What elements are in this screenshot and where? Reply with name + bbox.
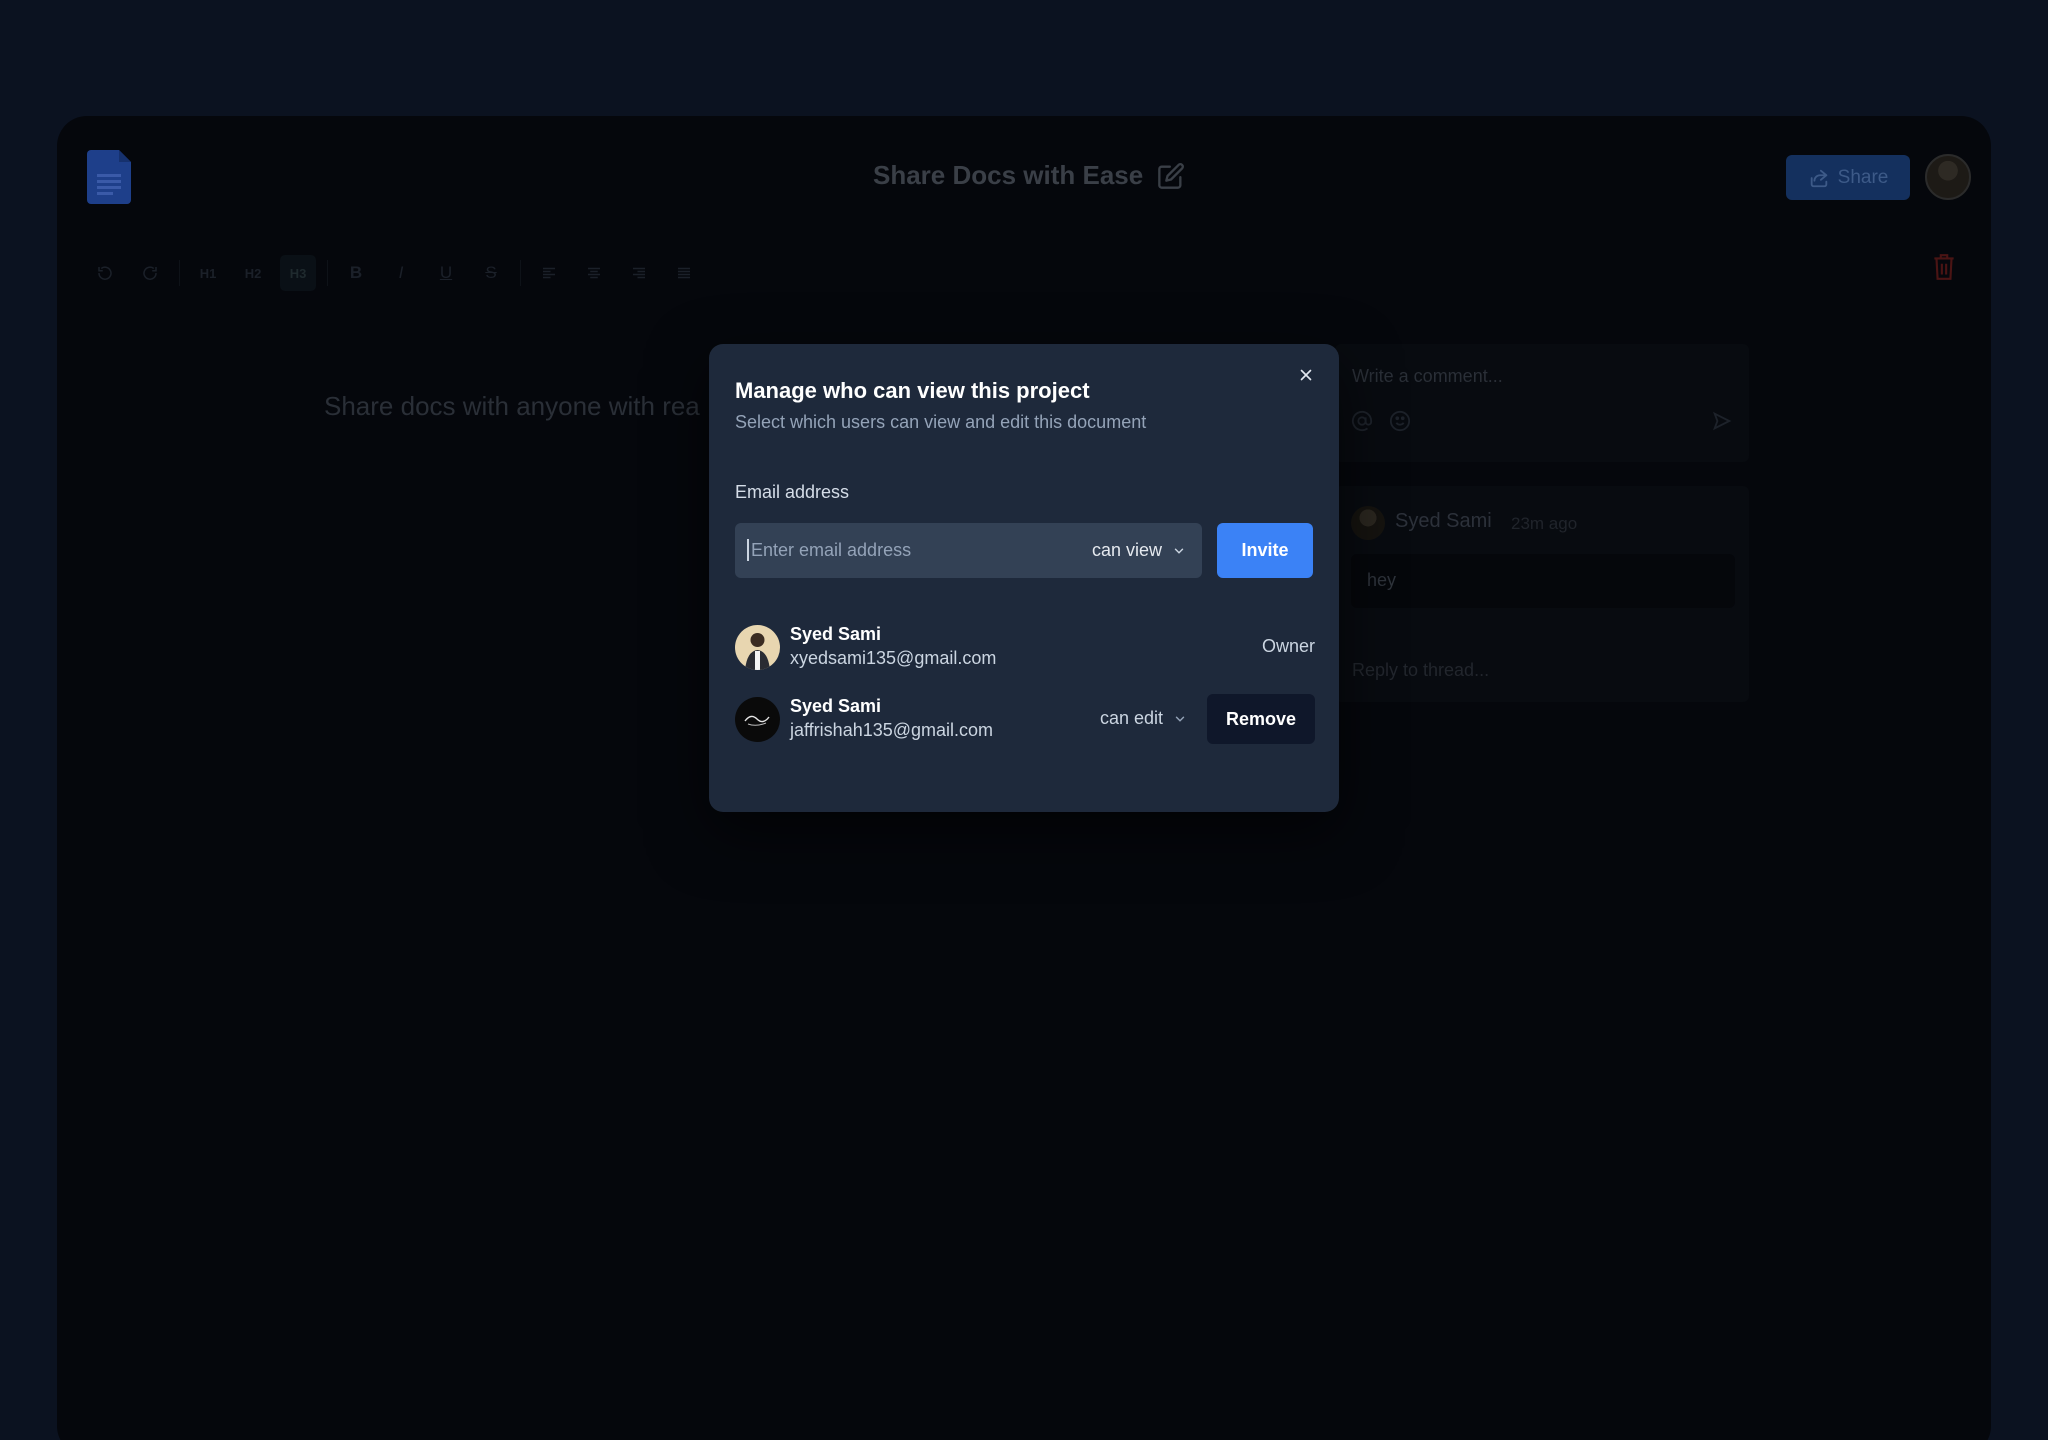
edit-icon[interactable] [1157, 162, 1185, 190]
share-button[interactable]: Share [1786, 155, 1910, 200]
align-left-button[interactable] [531, 255, 567, 291]
align-justify-icon [678, 267, 690, 279]
user-name: Syed Sami [790, 624, 882, 644]
redo-button[interactable] [132, 255, 168, 291]
align-center-button[interactable] [576, 255, 612, 291]
comment-composer[interactable]: Write a comment... [1335, 344, 1749, 462]
italic-button[interactable]: I [383, 255, 419, 291]
align-left-icon [543, 267, 555, 279]
user-avatar [735, 697, 780, 742]
comment-placeholder[interactable]: Write a comment... [1352, 366, 1503, 387]
user-permission-select[interactable]: can edit [1100, 708, 1187, 729]
emoji-icon[interactable] [1389, 410, 1411, 432]
user-email: jaffrishah135@gmail.com [790, 720, 994, 740]
undo-icon [98, 266, 112, 280]
editor-toolbar: H1 H2 H3 B I U S [87, 248, 711, 298]
toolbar-divider [179, 260, 180, 286]
comment-thread: Syed Sami 23m ago hey Reply to thread... [1335, 486, 1749, 702]
align-right-icon [633, 267, 645, 279]
redo-icon [143, 266, 157, 280]
email-label: Email address [735, 482, 850, 502]
doc-title[interactable]: Share Docs with Ease [873, 160, 1185, 191]
toolbar-divider [327, 260, 328, 286]
mention-icon[interactable] [1351, 410, 1373, 432]
toolbar-divider [520, 260, 521, 286]
user-avatar [735, 625, 780, 670]
comment-message: hey [1351, 554, 1735, 608]
remove-user-button[interactable]: Remove [1207, 694, 1315, 744]
send-icon[interactable] [1711, 410, 1733, 432]
invite-permission-value: can view [1091, 540, 1162, 560]
trash-icon[interactable] [1931, 252, 1957, 282]
close-button[interactable] [1295, 364, 1317, 386]
comment-author-avatar [1351, 506, 1385, 540]
bold-button[interactable]: B [338, 255, 374, 291]
underline-button[interactable]: U [428, 255, 464, 291]
user-avatar[interactable] [1925, 154, 1971, 200]
close-icon [1300, 369, 1312, 381]
chevron-down-icon [1174, 548, 1184, 554]
share-button-label: Share [1837, 166, 1889, 188]
strikethrough-button[interactable]: S [473, 255, 509, 291]
comment-timestamp: 23m ago [1511, 514, 1578, 533]
email-field-wrapper: can view [735, 523, 1202, 578]
invite-button[interactable]: Invite [1217, 523, 1313, 578]
dialog-subtitle: Select which users can view and edit thi… [735, 412, 1147, 432]
doc-title-text: Share Docs with Ease [873, 160, 1144, 190]
comment-author-name: Syed Sami [1395, 510, 1492, 532]
invite-permission-select[interactable]: can view [1092, 523, 1186, 578]
align-center-icon [588, 267, 600, 279]
share-dialog: Manage who can view this project Select … [709, 344, 1339, 812]
docs-logo-icon [87, 148, 133, 204]
user-permission-value: can edit [1099, 708, 1163, 728]
heading-3-button[interactable]: H3 [280, 255, 316, 291]
user-name: Syed Sami [790, 696, 882, 716]
user-row-owner: Syed Sami xyedsami135@gmail.com Owner [735, 622, 1315, 672]
align-justify-button[interactable] [666, 255, 702, 291]
undo-button[interactable] [87, 255, 123, 291]
share-icon [1810, 169, 1827, 187]
chevron-down-icon [1175, 716, 1185, 722]
dialog-title: Manage who can view this project [735, 378, 1090, 403]
user-row-collaborator: Syed Sami jaffrishah135@gmail.com can ed… [735, 694, 1315, 744]
reply-input[interactable]: Reply to thread... [1352, 660, 1489, 681]
heading-1-button[interactable]: H1 [190, 255, 226, 291]
email-input[interactable] [747, 539, 1067, 561]
owner-badge: Owner [1261, 636, 1315, 656]
user-email: xyedsami135@gmail.com [790, 648, 997, 668]
editor-content[interactable]: Share docs with anyone with rea [324, 391, 700, 422]
heading-2-button[interactable]: H2 [235, 255, 271, 291]
align-right-button[interactable] [621, 255, 657, 291]
